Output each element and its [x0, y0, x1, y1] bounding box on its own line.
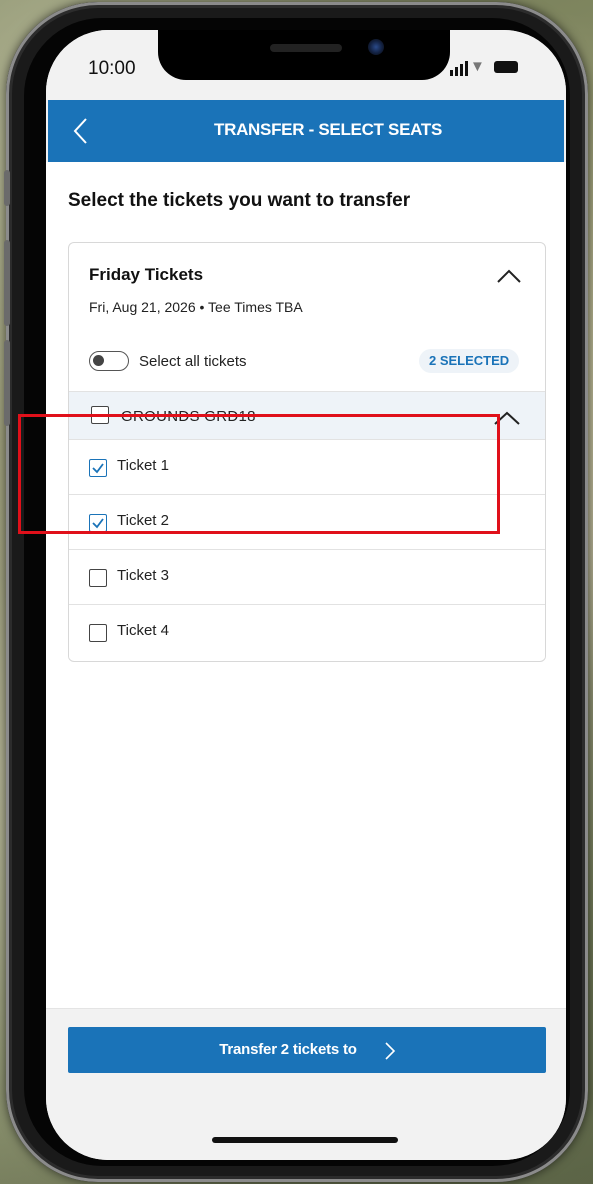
- ticket-checkbox[interactable]: [89, 459, 107, 477]
- toggle-knob: [93, 355, 104, 366]
- notch: [158, 30, 450, 80]
- footer-bar: Transfer 2 tickets to: [46, 1008, 566, 1160]
- section-checkbox[interactable]: [91, 406, 109, 424]
- status-icons: ▼: [450, 58, 550, 76]
- ticket-row-3[interactable]: Ticket 3: [69, 549, 545, 604]
- battery-icon: [494, 61, 518, 73]
- phone-screen: 10:00 ▼ TRANSFER - SELECT SEATS Select t…: [46, 30, 566, 1160]
- transfer-button-label: Transfer 2 tickets to: [219, 1041, 357, 1058]
- check-icon: [92, 463, 104, 474]
- card-title: Friday Tickets: [89, 265, 204, 284]
- main-content: Select the tickets you want to transfer …: [46, 162, 566, 1042]
- front-camera-icon: [368, 39, 384, 55]
- ticket-row-2[interactable]: Ticket 2: [69, 494, 545, 549]
- ticket-checkbox[interactable]: [89, 514, 107, 532]
- phone-side-button-volume-down: [4, 340, 10, 426]
- chevron-up-icon[interactable]: [493, 410, 521, 426]
- ticket-row-1[interactable]: Ticket 1: [69, 439, 545, 494]
- ticket-checkbox[interactable]: [89, 624, 107, 642]
- select-all-label: Select all tickets: [139, 353, 247, 370]
- selected-count-badge: 2 SELECTED: [419, 349, 520, 373]
- check-icon: [92, 518, 104, 529]
- section-label: GROUNDS GRD18: [121, 408, 256, 425]
- status-time: 10:00: [88, 58, 136, 79]
- ticket-label: Ticket 2: [117, 512, 169, 529]
- home-indicator[interactable]: [212, 1137, 398, 1143]
- app-header: TRANSFER - SELECT SEATS: [48, 100, 564, 162]
- wifi-icon: ▼: [470, 58, 485, 75]
- status-bar: 10:00 ▼: [46, 30, 566, 100]
- chevron-up-icon[interactable]: [495, 267, 523, 285]
- page-title: TRANSFER - SELECT SEATS: [214, 120, 442, 139]
- ticket-row-4[interactable]: Ticket 4: [69, 604, 545, 659]
- transfer-button[interactable]: Transfer 2 tickets to: [68, 1027, 546, 1073]
- chevron-right-icon: [385, 1042, 396, 1060]
- select-all-toggle[interactable]: [89, 351, 129, 371]
- chevron-left-icon[interactable]: [70, 116, 94, 146]
- speaker-grille: [270, 44, 342, 52]
- ticket-label: Ticket 3: [117, 567, 169, 584]
- section-row[interactable]: GROUNDS GRD18: [69, 391, 545, 439]
- ticket-label: Ticket 1: [117, 457, 169, 474]
- page-heading: Select the tickets you want to transfer: [68, 190, 411, 211]
- phone-side-button-volume-up: [4, 240, 10, 326]
- card-date: Fri, Aug 21, 2026 • Tee Times TBA: [89, 299, 303, 315]
- ticket-checkbox[interactable]: [89, 569, 107, 587]
- ticket-label: Ticket 4: [117, 622, 169, 639]
- phone-side-button-mute: [4, 170, 10, 206]
- ticket-group-card: Friday Tickets Fri, Aug 21, 2026 • Tee T…: [68, 242, 546, 662]
